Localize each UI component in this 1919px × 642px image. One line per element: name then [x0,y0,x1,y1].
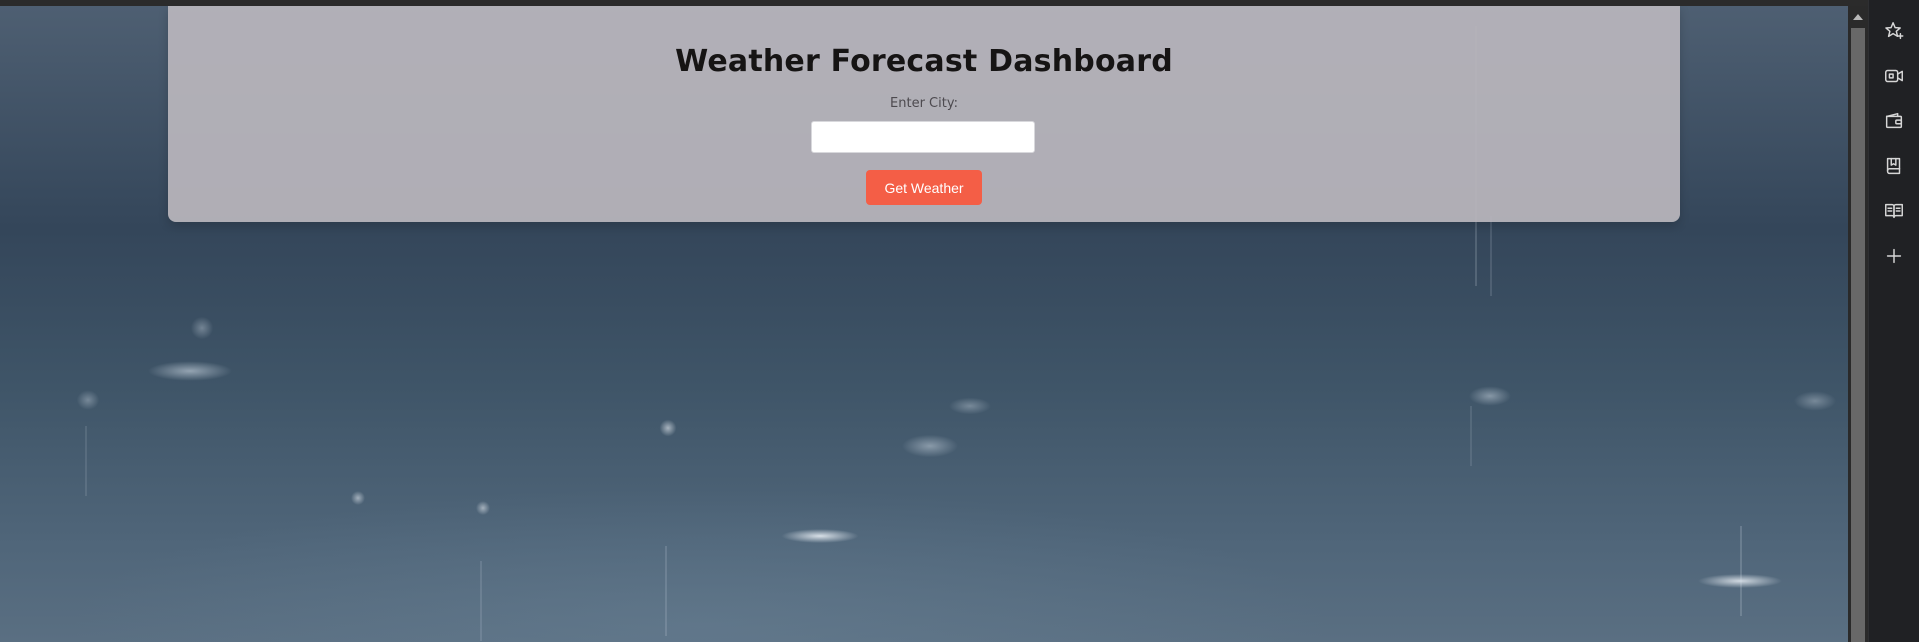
page-title: Weather Forecast Dashboard [675,44,1173,79]
rain-streak [665,546,667,636]
vertical-scrollbar[interactable] [1848,6,1868,642]
browser-sidebar [1868,0,1919,642]
rain-streak [1490,216,1492,296]
scroll-up-arrow-icon[interactable] [1853,14,1863,20]
wallet-icon[interactable] [1883,110,1905,132]
rain-streak [1470,406,1472,466]
video-camera-icon[interactable] [1883,65,1905,87]
city-input[interactable] [811,121,1035,153]
rain-streak [85,426,87,496]
open-book-icon[interactable] [1883,200,1905,222]
city-label: Enter City: [890,96,958,111]
page-viewport: Weather Forecast Dashboard Enter City: G… [0,6,1848,642]
rain-streak [480,561,482,641]
rain-streak [1740,526,1742,616]
plus-icon[interactable] [1883,245,1905,267]
sparkle-star-icon[interactable] [1883,20,1905,42]
scrollbar-thumb[interactable] [1851,28,1865,642]
bookmark-book-icon[interactable] [1883,155,1905,177]
get-weather-button[interactable]: Get Weather [866,170,982,205]
weather-form-panel: Weather Forecast Dashboard Enter City: G… [168,6,1680,222]
